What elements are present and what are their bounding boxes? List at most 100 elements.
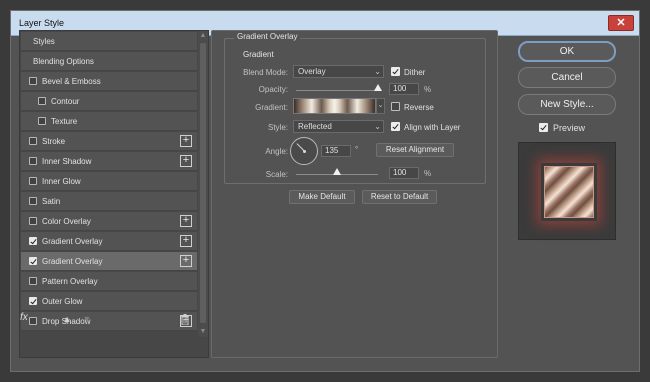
style-checkbox[interactable] bbox=[29, 297, 37, 305]
cancel-button[interactable]: Cancel bbox=[518, 67, 616, 88]
style-item-label: Outer Glow bbox=[42, 297, 83, 306]
add-effect-plus-icon[interactable]: + bbox=[180, 135, 192, 147]
scroll-up-icon[interactable]: ▲ bbox=[199, 32, 207, 40]
style-item-texture[interactable]: Texture bbox=[21, 112, 197, 131]
style-item-label: Color Overlay bbox=[42, 217, 91, 226]
scroll-thumb[interactable] bbox=[200, 43, 206, 323]
dither-checkbox[interactable] bbox=[391, 67, 400, 76]
angle-dial[interactable] bbox=[290, 137, 318, 165]
align-with-layer-checkbox[interactable] bbox=[391, 122, 400, 131]
style-item-label: Gradient Overlay bbox=[42, 257, 103, 266]
scroll-down-icon[interactable]: ▼ bbox=[199, 328, 207, 336]
add-effect-plus-icon[interactable]: + bbox=[180, 215, 192, 227]
style-checkbox[interactable] bbox=[38, 117, 46, 125]
style-checkbox[interactable] bbox=[29, 157, 37, 165]
gradient-label: Gradient: bbox=[255, 103, 288, 112]
style-item-label: Styles bbox=[33, 37, 55, 46]
style-item-label: Gradient Overlay bbox=[42, 237, 103, 246]
style-item-contour[interactable]: Contour bbox=[21, 92, 197, 111]
add-effect-plus-icon[interactable]: + bbox=[180, 255, 192, 267]
style-item-satin[interactable]: Satin bbox=[21, 192, 197, 211]
styles-list-panel: Styles Blending Options Bevel & Emboss Cont… bbox=[19, 30, 209, 358]
style-item-stroke[interactable]: Stroke + bbox=[21, 132, 197, 151]
add-effect-plus-icon[interactable]: + bbox=[180, 155, 192, 167]
opacity-slider[interactable] bbox=[296, 90, 378, 91]
style-checkbox[interactable] bbox=[29, 77, 37, 85]
style-item-label: Contour bbox=[51, 97, 80, 106]
style-item-label: Pattern Overlay bbox=[42, 277, 98, 286]
style-item-gradient-overlay[interactable]: Gradient Overlay + bbox=[21, 232, 197, 251]
blend-mode-value: Overlay bbox=[298, 67, 326, 76]
reverse-checkbox[interactable] bbox=[391, 102, 400, 111]
style-checkbox[interactable] bbox=[29, 277, 37, 285]
style-checkbox[interactable] bbox=[29, 197, 37, 205]
style-checkbox[interactable] bbox=[29, 237, 37, 245]
style-item-gradient-overlay[interactable]: Gradient Overlay + bbox=[21, 252, 197, 271]
preview-tile bbox=[544, 166, 594, 218]
window-title: Layer Style bbox=[19, 18, 65, 28]
angle-input[interactable]: 135 bbox=[321, 145, 351, 157]
dither-label: Dither bbox=[404, 68, 426, 77]
gradient-dropdown-chevron-icon[interactable]: ⌄ bbox=[376, 98, 385, 114]
arrow-up-icon[interactable]: ▲ bbox=[62, 314, 72, 324]
gradient-swatch[interactable] bbox=[293, 98, 376, 114]
opacity-label: Opacity: bbox=[258, 85, 288, 94]
preview-checkbox[interactable] bbox=[539, 123, 548, 132]
style-item-label: Stroke bbox=[42, 137, 66, 146]
styles-scrollbar[interactable]: ▲ ▼ bbox=[198, 31, 208, 337]
style-item-color-overlay[interactable]: Color Overlay + bbox=[21, 212, 197, 231]
new-style-button[interactable]: New Style... bbox=[518, 94, 616, 115]
style-value: Reflected bbox=[298, 122, 332, 131]
style-label: Style: bbox=[267, 123, 288, 132]
make-default-button[interactable]: Make Default bbox=[289, 190, 355, 204]
close-button[interactable]: ✕ bbox=[608, 15, 634, 31]
group-subtitle: Gradient bbox=[243, 50, 274, 59]
preview-thumbnail bbox=[518, 142, 616, 240]
reset-alignment-button[interactable]: Reset Alignment bbox=[376, 143, 454, 157]
style-item-label: Inner Glow bbox=[42, 177, 81, 186]
style-item-inner-glow[interactable]: Inner Glow bbox=[21, 172, 197, 191]
style-checkbox[interactable] bbox=[29, 217, 37, 225]
angle-label: Angle: bbox=[265, 147, 288, 156]
style-item-label: Inner Shadow bbox=[42, 157, 92, 166]
style-item-inner-shadow[interactable]: Inner Shadow + bbox=[21, 152, 197, 171]
blend-mode-select[interactable]: Overlay ⌄ bbox=[293, 65, 384, 78]
opacity-slider-thumb[interactable] bbox=[374, 84, 382, 91]
arrow-down-icon: ▼ bbox=[82, 314, 92, 324]
reverse-label: Reverse bbox=[404, 103, 434, 112]
scale-unit: % bbox=[424, 169, 432, 178]
fx-icon[interactable]: fx bbox=[20, 312, 28, 323]
ok-button[interactable]: OK bbox=[518, 41, 616, 62]
style-select[interactable]: Reflected ⌄ bbox=[293, 120, 384, 133]
style-checkbox[interactable] bbox=[38, 97, 46, 105]
scale-input[interactable]: 100 bbox=[389, 167, 419, 179]
reset-to-default-button[interactable]: Reset to Default bbox=[362, 190, 437, 204]
preview-label: Preview bbox=[553, 123, 586, 133]
style-item-label: Texture bbox=[51, 117, 78, 126]
add-effect-plus-icon[interactable]: + bbox=[180, 235, 192, 247]
align-with-layer-label: Align with Layer bbox=[404, 123, 461, 132]
style-item-styles[interactable]: Styles bbox=[21, 32, 197, 51]
style-checkbox[interactable] bbox=[29, 177, 37, 185]
opacity-unit: % bbox=[424, 85, 432, 94]
scale-label: Scale: bbox=[265, 170, 288, 179]
opacity-input[interactable]: 100 bbox=[389, 83, 419, 95]
style-item-bevel-emboss[interactable]: Bevel & Emboss bbox=[21, 72, 197, 91]
style-item-label: Blending Options bbox=[33, 57, 94, 66]
style-item-label: Satin bbox=[42, 197, 61, 206]
style-item-label: Bevel & Emboss bbox=[42, 77, 101, 86]
blend-mode-label: Blend Mode: bbox=[243, 68, 288, 77]
style-checkbox[interactable] bbox=[29, 257, 37, 265]
style-item-drop-shadow[interactable]: Drop Shadow + bbox=[21, 312, 197, 331]
group-title: Gradient Overlay bbox=[234, 32, 301, 41]
style-item-blending-options[interactable]: Blending Options bbox=[21, 52, 197, 71]
style-item-outer-glow[interactable]: Outer Glow bbox=[21, 292, 197, 311]
style-item-pattern-overlay[interactable]: Pattern Overlay bbox=[21, 272, 197, 291]
chevron-down-icon: ⌄ bbox=[374, 67, 381, 76]
styles-footer bbox=[20, 337, 208, 357]
angle-unit: ° bbox=[355, 145, 359, 154]
style-checkbox[interactable] bbox=[29, 317, 37, 325]
trash-icon[interactable] bbox=[180, 314, 190, 325]
scale-slider-thumb[interactable] bbox=[333, 168, 341, 175]
style-checkbox[interactable] bbox=[29, 137, 37, 145]
